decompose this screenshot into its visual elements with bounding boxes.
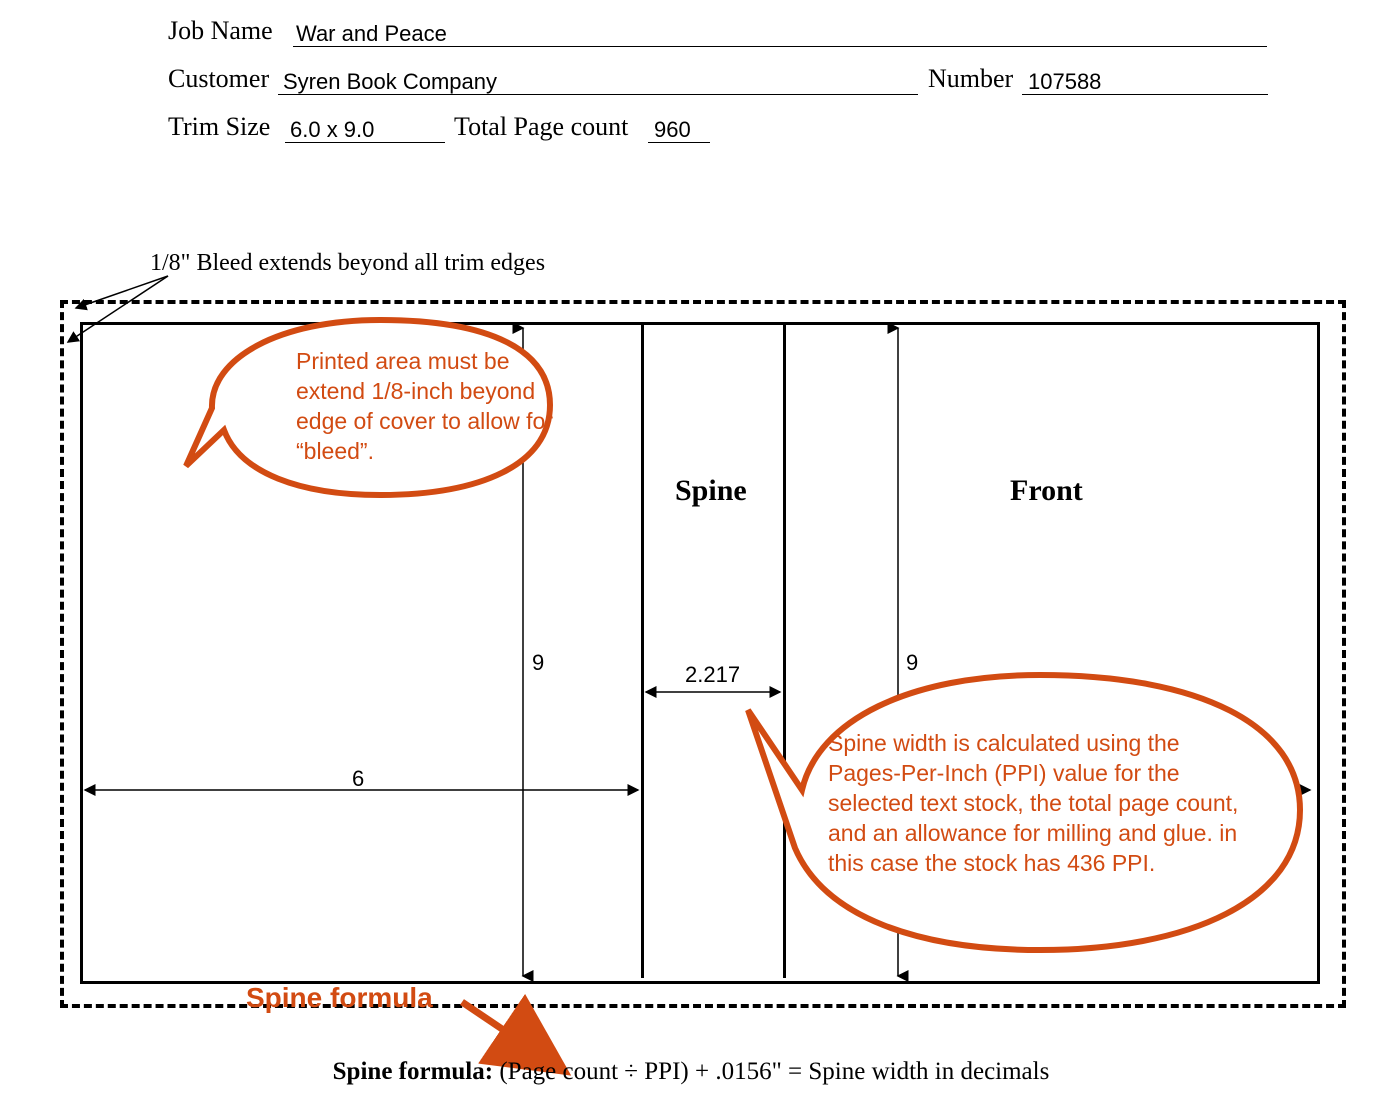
spine-formula-title: Spine formula [246,982,433,1014]
spine-formula-label: Spine formula: [333,1058,493,1085]
back-height-dim: 9 [532,650,544,676]
callout-bleed-text: Printed area must be extend 1/8-inch bey… [296,346,566,466]
callout-spine-text: Spine width is calculated using the Page… [828,728,1248,878]
spine-width-dim: 2.217 [685,662,740,688]
back-width-dim: 6 [352,766,364,792]
spine-formula-rest: (Page count ÷ PPI) + .0156" = Spine widt… [493,1058,1049,1085]
